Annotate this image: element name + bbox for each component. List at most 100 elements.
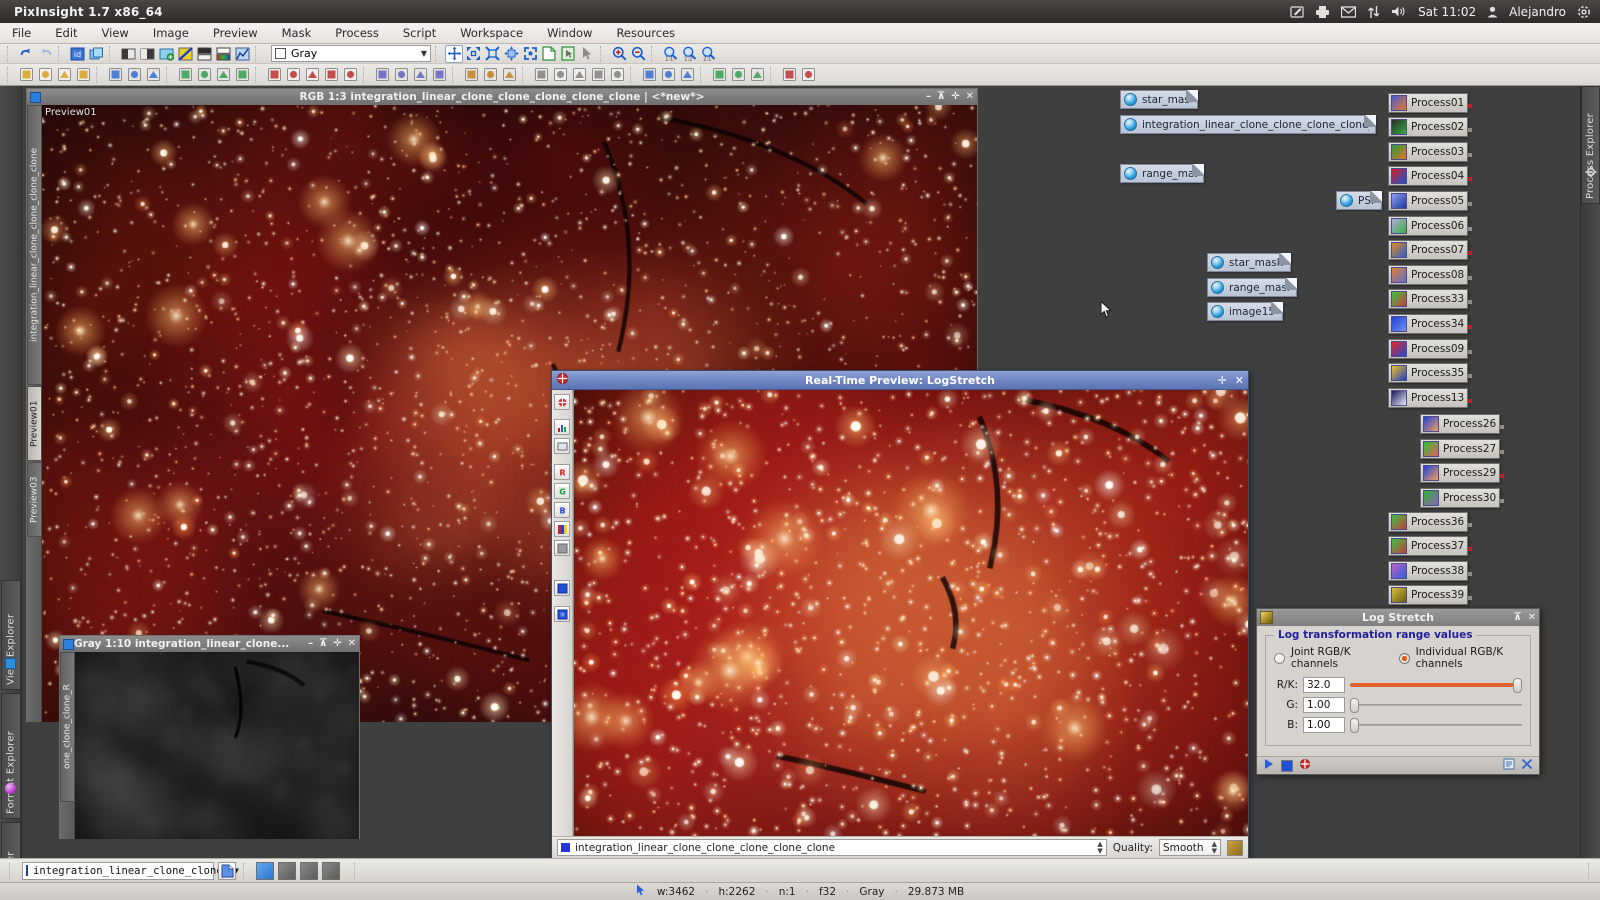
process-icon[interactable]: Process07 N — [1388, 240, 1473, 260]
mode-swatch-3[interactable] — [300, 861, 318, 880]
view-icon[interactable]: integration_linear_clone_clone_clone_clo… — [1120, 115, 1376, 134]
toolbar2-button-9[interactable] — [195, 66, 213, 84]
edit-icon[interactable] — [1290, 5, 1304, 19]
process-icon[interactable]: Process03 N — [1388, 142, 1473, 162]
histogram-icon[interactable] — [554, 419, 570, 435]
toolbar2-button-17[interactable] — [373, 66, 391, 84]
realtime-preview-identifier-selector[interactable]: integration_linear_clone_clone_clone_clo… — [557, 839, 1107, 856]
toolbar2-button-14[interactable] — [303, 66, 321, 84]
zoom-center-button[interactable] — [502, 45, 520, 63]
network-icon[interactable] — [1367, 5, 1380, 19]
power-icon[interactable] — [1577, 5, 1591, 19]
zoom-contract-button[interactable] — [483, 45, 501, 63]
toolbar2-button-13[interactable] — [284, 66, 302, 84]
process-icon[interactable]: Process13 N — [1388, 388, 1473, 408]
rgb-icon[interactable] — [554, 521, 570, 537]
process-icon[interactable]: Process34 N — [1388, 314, 1473, 334]
close-button[interactable]: ✕ — [1235, 374, 1244, 387]
close-button[interactable]: ✕ — [966, 92, 974, 102]
process-icon[interactable]: Process05 N — [1388, 191, 1473, 211]
toolbar2-button-36[interactable] — [799, 66, 817, 84]
toolbar2-button-16[interactable] — [341, 66, 359, 84]
screen-icon[interactable] — [554, 438, 570, 454]
process-icon[interactable]: Process08 N — [1388, 265, 1473, 285]
apply-icon[interactable] — [1263, 758, 1275, 773]
toolbar2-button-20[interactable] — [430, 66, 448, 84]
toolbar2-button-18[interactable] — [392, 66, 410, 84]
browse-documentation-icon[interactable] — [1503, 758, 1515, 773]
sidebar-tab-view-explorer[interactable]: View Explorer — [1, 580, 21, 690]
process-icon[interactable]: Process39 N — [1388, 585, 1473, 605]
menu-item-preview[interactable]: Preview — [201, 24, 270, 42]
image-window-titlebar[interactable]: RGB 1:3 integration_linear_clone_clone_c… — [27, 89, 977, 105]
process-icon[interactable]: Process33 N — [1388, 289, 1473, 309]
image-identifier-button[interactable]: id — [68, 45, 86, 63]
pin-button[interactable]: ⊼ — [1513, 612, 1521, 623]
pointer-button[interactable] — [578, 45, 596, 63]
menu-item-window[interactable]: Window — [535, 24, 604, 42]
zoom-2-1-button[interactable]: 2:1 — [699, 45, 717, 63]
current-view-selector[interactable]: integration_linear_clone_clone_ ▼ — [22, 861, 239, 880]
log-stretch-titlebar[interactable]: Log Stretch ⊼ ✕ — [1257, 609, 1539, 626]
toolbar2-button-26[interactable] — [570, 66, 588, 84]
new-image-button[interactable] — [540, 45, 558, 63]
process-icon[interactable]: Process38 N — [1388, 561, 1473, 581]
view-icon[interactable]: star_mask3 — [1207, 253, 1291, 272]
image-window-gray[interactable]: Gray 1:10 integration_linear_clone... – … — [59, 635, 360, 839]
apply-button[interactable] — [1227, 839, 1243, 856]
close-button[interactable]: ✕ — [1528, 612, 1536, 623]
select-view-button[interactable] — [559, 45, 577, 63]
process-icon[interactable]: Process01 N — [1388, 93, 1473, 113]
process-icon[interactable]: Process29 N — [1420, 463, 1505, 483]
log-stretch-dialog[interactable]: Log Stretch ⊼ ✕ Log transformation range… — [1256, 608, 1540, 775]
menu-item-script[interactable]: Script — [391, 24, 448, 42]
sidebar-tab-process-explorer[interactable]: Process Explorer — [1581, 86, 1600, 204]
spinner-icon[interactable]: ▲ ▼ — [1097, 841, 1102, 854]
reset-icon[interactable] — [1299, 758, 1311, 773]
channel-slider[interactable] — [1350, 677, 1522, 693]
toolbar2-button-29[interactable] — [640, 66, 658, 84]
menu-item-edit[interactable]: Edit — [43, 24, 89, 42]
printer-icon[interactable] — [1315, 5, 1330, 19]
toolbar2-button-22[interactable] — [481, 66, 499, 84]
curves-button[interactable] — [176, 45, 194, 63]
minimize-button[interactable]: – — [926, 92, 931, 102]
toolbar2-button-1[interactable] — [17, 66, 35, 84]
mode-swatch-1[interactable] — [256, 861, 274, 880]
image-canvas-gray[interactable] — [74, 652, 359, 839]
process-icon[interactable]: Process30 N — [1420, 488, 1505, 508]
process-icon[interactable]: Process27 N — [1420, 439, 1505, 459]
individual-rgb-radio[interactable] — [1398, 652, 1410, 664]
gray-preview-tab-strip[interactable]: one_clone_clone_R — [60, 652, 75, 839]
mail-icon[interactable] — [1341, 5, 1357, 18]
mask-show-button[interactable] — [119, 45, 137, 63]
toolbar2-button-5[interactable] — [106, 66, 124, 84]
histogram-button[interactable] — [233, 45, 251, 63]
minimize-button[interactable]: – — [308, 639, 313, 649]
zoom-out-button[interactable] — [629, 45, 647, 63]
zoom-1-1-button[interactable]: 1:1 — [661, 45, 679, 63]
reset-all-icon[interactable] — [1521, 758, 1533, 773]
gray-preview-tab[interactable]: one_clone_clone_R — [60, 652, 75, 802]
realtime-preview-canvas[interactable] — [573, 390, 1248, 836]
process-icon[interactable]: Process26 N — [1420, 414, 1505, 434]
view-icon[interactable]: range_mask1 — [1207, 278, 1297, 297]
joint-rgb-radio[interactable] — [1274, 652, 1285, 664]
restore-button[interactable]: ⊼ — [319, 639, 327, 649]
preview-tab-image[interactable]: integration_linear_clone_clone_clone_clo… — [27, 105, 42, 385]
gray-window-titlebar[interactable]: Gray 1:10 integration_linear_clone... – … — [60, 636, 359, 652]
redo-button[interactable] — [36, 45, 54, 63]
toolbar2-button-2[interactable] — [36, 66, 54, 84]
channel-value-input[interactable]: 1.00 — [1303, 717, 1345, 733]
quality-selector[interactable]: Smooth ▲ ▼ — [1159, 839, 1221, 856]
channel-value-input[interactable]: 1.00 — [1303, 697, 1345, 713]
sidebar-tab-format-explorer[interactable]: Format Explorer — [1, 693, 21, 819]
toolbar2-button-15[interactable] — [322, 66, 340, 84]
blue-square-icon[interactable] — [554, 580, 570, 596]
system-clock[interactable]: Sat 11:02 — [1418, 5, 1476, 19]
menu-item-process[interactable]: Process — [323, 24, 391, 42]
blue-channel-icon[interactable]: B — [554, 502, 570, 518]
toolbar2-button-31[interactable] — [678, 66, 696, 84]
menu-item-workspace[interactable]: Workspace — [448, 24, 535, 42]
apply-global-icon[interactable] — [1281, 759, 1293, 772]
